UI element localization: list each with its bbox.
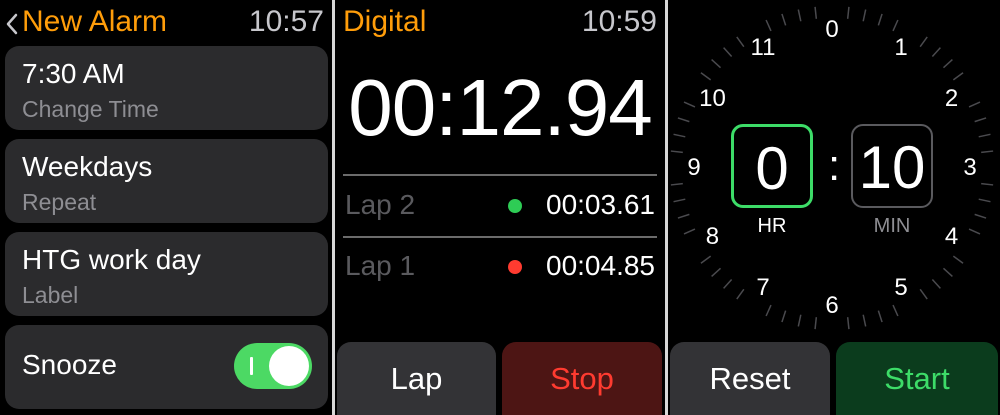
back-chevron-icon[interactable] [4, 12, 20, 36]
dial-tick [700, 255, 712, 264]
dial-tick [723, 47, 733, 58]
repeat-label: Repeat [22, 189, 97, 215]
page-title: Digital [343, 5, 427, 38]
lap-label: Lap 2 [345, 189, 416, 220]
stopwatch-screen: Digital 10:59 00:12.94 Lap 2 00:03.61 La… [335, 0, 665, 415]
dial-tick [797, 314, 802, 327]
dial-tick [974, 117, 987, 123]
dial-tick [919, 288, 928, 300]
stop-button[interactable]: Stop [502, 342, 662, 415]
repeat-value: Weekdays [22, 151, 153, 182]
dial-number: 5 [894, 273, 908, 301]
dial-tick [919, 36, 928, 48]
snooze-toggle[interactable] [234, 343, 312, 389]
dial-tick [952, 255, 964, 264]
dial-number: 3 [963, 154, 977, 181]
dial-tick [700, 72, 712, 81]
dial-tick [677, 117, 690, 123]
dial-tick [981, 182, 994, 186]
divider [343, 236, 657, 238]
toggle-knob [269, 346, 309, 386]
dial-tick [952, 72, 964, 81]
dial-tick [931, 278, 941, 289]
dial-number: 2 [944, 85, 959, 112]
label-value: HTG work day [22, 244, 201, 275]
toggle-on-indicator [250, 357, 253, 375]
hours-picker[interactable]: 0 [731, 124, 813, 208]
dial-tick [978, 133, 991, 138]
change-time-label: Change Time [22, 96, 159, 122]
snooze-row: Snooze [5, 325, 328, 409]
dial-tick [677, 213, 690, 219]
dial-tick [877, 13, 883, 26]
dial-tick [781, 310, 787, 323]
dial-tick [765, 304, 772, 317]
dial-tick [670, 150, 683, 154]
dial-tick [892, 304, 899, 317]
dial-number: 10 [699, 85, 726, 112]
dial-tick [877, 310, 883, 323]
divider [343, 174, 657, 176]
dial-tick [892, 19, 899, 32]
alarm-screen: New Alarm 10:57 7:30 AM Change Time Week… [0, 0, 332, 415]
lap-dot-icon [508, 199, 522, 213]
dial-tick [981, 150, 994, 154]
dial-tick [931, 47, 941, 58]
lap-time: 00:04.85 [546, 250, 655, 281]
dial-tick [670, 182, 683, 186]
time-separator: : [828, 141, 841, 190]
dial-tick [942, 59, 953, 69]
lap-button[interactable]: Lap [337, 342, 496, 415]
dial-tick [797, 9, 802, 22]
dial-tick [673, 198, 686, 203]
label-row[interactable]: HTG work day Label [5, 232, 328, 316]
repeat-row[interactable]: Weekdays Repeat [5, 139, 328, 223]
page-title: New Alarm [22, 5, 168, 38]
dial-number: 7 [756, 273, 770, 301]
dial-tick [711, 267, 722, 277]
change-time-row[interactable]: 7:30 AM Change Time [5, 46, 328, 130]
dial-tick [765, 19, 772, 32]
dial-number: 0 [825, 16, 839, 43]
snooze-label: Snooze [22, 349, 117, 380]
dial-number: 1 [894, 34, 908, 62]
minutes-picker[interactable]: 10 [851, 124, 933, 208]
reset-button[interactable]: Reset [670, 342, 830, 415]
dial-tick [862, 9, 867, 22]
label-caption: Label [22, 282, 79, 308]
dial-tick [978, 198, 991, 203]
dial-tick [723, 278, 733, 289]
elapsed-time: 00:12.94 [348, 63, 652, 152]
lap-time: 00:03.61 [546, 189, 655, 220]
dial-tick [974, 213, 987, 219]
clock-time: 10:57 [248, 5, 324, 38]
dial-number: 4 [944, 223, 959, 250]
dial-number: 11 [750, 34, 776, 62]
dial-tick [711, 59, 722, 69]
lap-label: Lap 1 [345, 250, 416, 281]
dial-tick [781, 13, 787, 26]
dial-tick [862, 314, 867, 327]
timer-screen: 0 1 2 3 4 5 6 7 8 9 10 11 0 : 10 HR MIN Reset Start [668, 0, 1000, 415]
dial-number: 8 [705, 223, 720, 250]
dial-tick [942, 267, 953, 277]
hours-label: HR [757, 215, 787, 237]
dial-number: 9 [687, 154, 701, 181]
start-button[interactable]: Start [836, 342, 998, 415]
minutes-label: MIN [873, 215, 911, 237]
lap-dot-icon [508, 260, 522, 274]
dial-tick [673, 133, 686, 138]
clock-time: 10:59 [581, 5, 657, 38]
dial-number: 6 [825, 292, 839, 319]
alarm-time-value: 7:30 AM [22, 58, 125, 89]
